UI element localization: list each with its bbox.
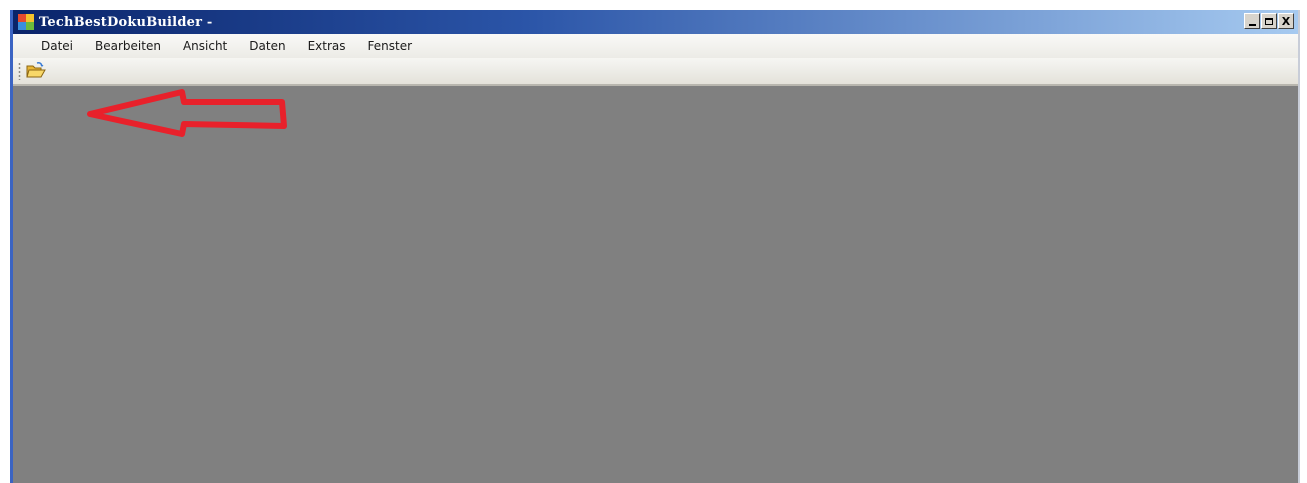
menu-ansicht[interactable]: Ansicht [173, 37, 237, 55]
menu-datei[interactable]: Datei [31, 37, 83, 55]
maximize-icon [1265, 17, 1273, 25]
open-folder-icon [26, 62, 46, 78]
menu-bearbeiten[interactable]: Bearbeiten [85, 37, 171, 55]
app-window: TechBestDokuBuilder - X Datei Bearbeiten… [10, 10, 1300, 483]
menu-daten[interactable]: Daten [239, 37, 295, 55]
close-icon: X [1281, 14, 1291, 28]
window-title: TechBestDokuBuilder - [39, 14, 213, 30]
open-button[interactable] [25, 60, 47, 82]
window-controls: X [1244, 13, 1294, 29]
title-bar[interactable]: TechBestDokuBuilder - X [13, 10, 1298, 34]
close-button[interactable]: X [1278, 13, 1294, 29]
menu-bar: Datei Bearbeiten Ansicht Daten Extras Fe… [13, 34, 1298, 58]
toolbar [13, 58, 1298, 86]
menu-fenster[interactable]: Fenster [358, 37, 423, 55]
menu-extras[interactable]: Extras [298, 37, 356, 55]
app-icon[interactable] [18, 14, 34, 30]
minimize-button[interactable] [1244, 13, 1260, 29]
minimize-icon [1248, 23, 1256, 26]
maximize-button[interactable] [1261, 13, 1277, 29]
mdi-workspace[interactable] [13, 86, 1298, 483]
toolbar-grip-handle[interactable] [18, 62, 21, 80]
